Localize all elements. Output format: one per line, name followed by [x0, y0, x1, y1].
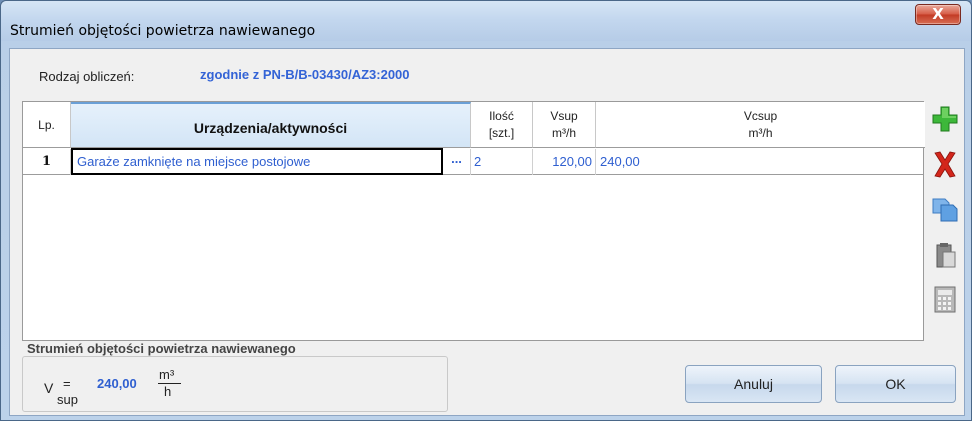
devices-table: Lp. Urządzenia/aktywności Ilość [szt.] V…: [22, 101, 925, 341]
result-subscript: sup: [57, 392, 78, 407]
result-unit-numerator: m³: [159, 367, 175, 382]
calculator-icon[interactable]: [930, 284, 960, 314]
row-vsup: 120,00: [533, 149, 596, 175]
result-group: [22, 356, 448, 412]
header-vsup[interactable]: Vsup m³/h: [533, 102, 596, 148]
cancel-button[interactable]: Anuluj: [685, 365, 822, 403]
calc-type-value[interactable]: zgodnie z PN-B/B-03430/AZ3:2000: [200, 67, 410, 82]
dialog-body: Rodzaj obliczeń: zgodnie z PN-B/B-03430/…: [9, 48, 965, 416]
calc-type-label: Rodzaj obliczeń:: [39, 69, 135, 84]
row-device-input[interactable]: Garaże zamknięte na miejsce postojowe: [71, 148, 443, 175]
header-lp[interactable]: Lp.: [23, 102, 71, 148]
header-device[interactable]: Urządzenia/aktywności: [71, 102, 471, 148]
add-icon[interactable]: [930, 104, 960, 134]
row-lp: 1: [23, 149, 71, 175]
dialog-window: Strumień objętości powietrza nawiewanego…: [0, 0, 972, 421]
header-quantity[interactable]: Ilość [szt.]: [471, 102, 533, 148]
header-vcsup[interactable]: Vcsup m³/h: [596, 102, 925, 148]
result-symbol: V: [44, 380, 54, 396]
ok-button[interactable]: OK: [835, 365, 956, 403]
row-browse-button[interactable]: ...: [443, 149, 471, 175]
row-vcsup: 240,00: [600, 154, 640, 169]
window-title: Strumień objętości powietrza nawiewanego: [10, 23, 316, 39]
result-unit-denominator: h: [164, 384, 172, 399]
result-equals: =: [63, 376, 71, 391]
delete-icon[interactable]: [930, 149, 960, 179]
row-quantity[interactable]: 2: [471, 149, 533, 175]
result-title: Strumień objętości powietrza nawiewanego: [24, 341, 299, 356]
title-bar: Strumień objętości powietrza nawiewanego…: [1, 1, 971, 41]
result-value: 240,00: [97, 376, 137, 391]
table-row[interactable]: 1 Garaże zamknięte na miejsce postojowe …: [23, 148, 923, 175]
close-button[interactable]: X: [915, 4, 961, 25]
copy-icon[interactable]: [930, 194, 960, 224]
paste-icon[interactable]: [930, 240, 960, 270]
